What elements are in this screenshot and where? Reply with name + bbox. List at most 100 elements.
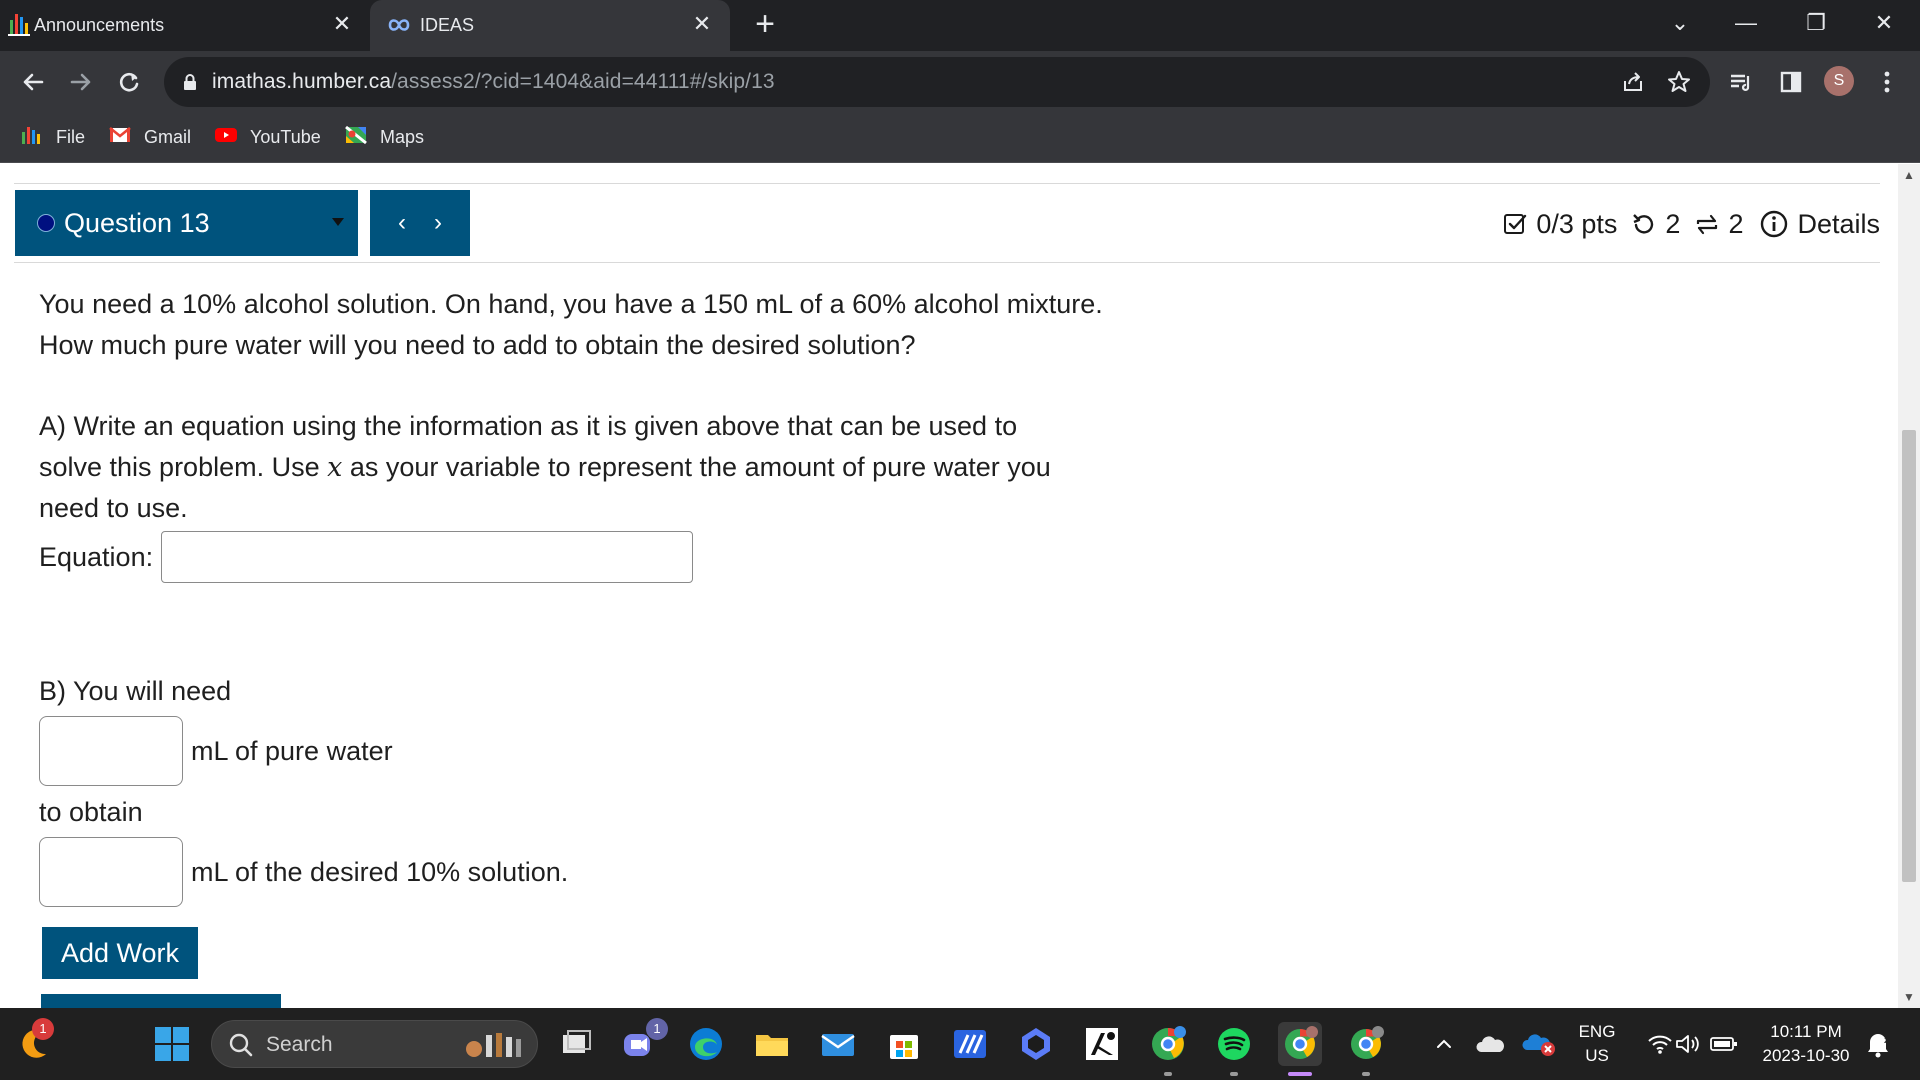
prev-question-button[interactable]: ‹ bbox=[390, 209, 414, 237]
equation-label: Equation: bbox=[39, 541, 154, 572]
address-bar[interactable]: imathas.humber.ca/assess2/?cid=1404&aid=… bbox=[164, 57, 1710, 107]
question-nav: ‹ › bbox=[370, 190, 470, 256]
tab-title: Announcements bbox=[34, 15, 165, 35]
submit-button-partial[interactable] bbox=[41, 994, 281, 1008]
close-tab-icon[interactable]: ✕ bbox=[330, 12, 354, 36]
next-question-button[interactable]: › bbox=[426, 209, 450, 237]
gmail-icon bbox=[108, 123, 132, 152]
active-indicator bbox=[1288, 1072, 1312, 1076]
question-text-line: How much pure water will you need to add… bbox=[39, 330, 916, 360]
caret-down-icon bbox=[332, 218, 344, 226]
details-link[interactable]: Details bbox=[1797, 209, 1880, 240]
solution-amount-input[interactable] bbox=[39, 837, 183, 907]
svg-text:z: z bbox=[1884, 1036, 1889, 1046]
attempts-icon bbox=[1694, 211, 1720, 237]
close-tab-icon[interactable]: ✕ bbox=[690, 12, 714, 36]
bookmark-youtube[interactable]: YouTube bbox=[214, 113, 321, 161]
equation-input[interactable] bbox=[161, 531, 694, 583]
teams-badge: 1 bbox=[646, 1018, 668, 1040]
copilot-icon[interactable] bbox=[1014, 1022, 1058, 1066]
bookmark-label: File bbox=[56, 126, 86, 147]
new-tab-button[interactable]: + bbox=[748, 7, 782, 42]
status-dot-icon bbox=[37, 214, 55, 232]
score-checkbox-icon bbox=[1502, 211, 1528, 237]
infinity-icon bbox=[384, 0, 414, 56]
add-work-button[interactable]: Add Work bbox=[42, 927, 199, 979]
search-label: Search bbox=[266, 1033, 333, 1056]
tab-announcements[interactable]: Announcements ✕ bbox=[0, 0, 370, 51]
bookmark-maps[interactable]: Maps bbox=[344, 113, 424, 161]
divider bbox=[14, 183, 1880, 184]
tab-ideas[interactable]: IDEAS ✕ bbox=[370, 0, 730, 51]
scroll-down-icon[interactable]: ▼ bbox=[1898, 986, 1920, 1008]
file-explorer-icon[interactable] bbox=[750, 1022, 794, 1066]
bookmark-gmail[interactable]: Gmail bbox=[108, 113, 191, 161]
part-a-text-line: need to use. bbox=[39, 493, 188, 523]
mail-icon[interactable] bbox=[816, 1022, 860, 1066]
onedrive-icon[interactable] bbox=[1468, 1022, 1512, 1066]
question-selector[interactable]: Question 13 bbox=[15, 190, 358, 256]
bookmark-star-icon[interactable] bbox=[1664, 67, 1694, 97]
forward-icon[interactable] bbox=[64, 65, 98, 99]
close-window-icon[interactable]: ✕ bbox=[1864, 6, 1904, 40]
question-text-line: You need a 10% alcohol solution. On hand… bbox=[39, 289, 1103, 319]
bookmark-label: YouTube bbox=[250, 126, 321, 147]
spotify-icon[interactable] bbox=[1212, 1022, 1256, 1066]
notifications-icon[interactable]: z bbox=[1858, 1022, 1898, 1066]
youtube-icon bbox=[214, 123, 238, 152]
chrome-incognito-icon[interactable] bbox=[1344, 1022, 1388, 1066]
edge-icon[interactable] bbox=[684, 1022, 728, 1066]
minimize-icon[interactable]: — bbox=[1726, 6, 1766, 40]
chrome-canary-icon[interactable] bbox=[1146, 1022, 1190, 1066]
weather-badge: 1 bbox=[32, 1018, 54, 1040]
page-scrollbar[interactable]: ▲ ▼ bbox=[1898, 164, 1920, 1008]
search-icon bbox=[228, 1032, 254, 1063]
bookmark-file[interactable]: File bbox=[20, 113, 85, 161]
water-amount-input[interactable] bbox=[39, 716, 183, 786]
share-icon[interactable] bbox=[1618, 67, 1648, 97]
menu-kebab-icon[interactable] bbox=[1870, 65, 1904, 99]
water-unit-label: mL of pure water bbox=[191, 735, 393, 766]
task-view-icon[interactable] bbox=[554, 1022, 598, 1066]
part-a-text-line: solve this problem. Use x as your variab… bbox=[39, 452, 1051, 483]
language-indicator[interactable]: ENG US bbox=[1572, 1022, 1622, 1066]
scrollbar-thumb[interactable] bbox=[1902, 430, 1916, 882]
kahoot-app-icon[interactable] bbox=[1080, 1022, 1124, 1066]
question-selector-label: Question 13 bbox=[64, 207, 210, 238]
reading-list-icon[interactable] bbox=[1724, 65, 1758, 99]
bar-chart-icon bbox=[20, 123, 44, 152]
onedrive-error-icon[interactable] bbox=[1518, 1022, 1562, 1066]
divider bbox=[14, 262, 1880, 263]
tab-search-icon[interactable]: ⌄ bbox=[1660, 6, 1700, 40]
chrome-profile-icon[interactable] bbox=[1278, 1022, 1322, 1066]
running-indicator bbox=[1362, 1072, 1370, 1076]
question-body: You need a 10% alcohol solution. On hand… bbox=[39, 284, 1239, 979]
chevron-up-icon[interactable] bbox=[1422, 1022, 1466, 1066]
variable-x: x bbox=[327, 452, 343, 483]
maps-icon bbox=[344, 123, 368, 152]
bookmarks-bar: File Gmail YouTube Maps bbox=[0, 113, 1920, 163]
attempts-count: 2 bbox=[1728, 208, 1744, 239]
scroll-up-icon[interactable]: ▲ bbox=[1898, 164, 1920, 186]
reload-icon[interactable] bbox=[112, 65, 146, 99]
back-icon[interactable] bbox=[16, 65, 50, 99]
question-meta: 0/3 pts 2 2 Details bbox=[1502, 206, 1880, 242]
battery-icon[interactable] bbox=[1702, 1022, 1746, 1066]
restore-icon[interactable]: ❐ bbox=[1796, 6, 1836, 40]
side-panel-icon[interactable] bbox=[1774, 65, 1808, 99]
taskbar-search[interactable]: Search bbox=[211, 1020, 538, 1068]
profile-avatar[interactable]: S bbox=[1824, 66, 1854, 96]
lock-icon bbox=[180, 72, 200, 97]
solution-unit-label: mL of the desired 10% solution. bbox=[191, 856, 569, 887]
retry-icon bbox=[1631, 211, 1657, 237]
info-icon[interactable] bbox=[1759, 209, 1789, 239]
url-text: imathas.humber.ca/assess2/?cid=1404&aid=… bbox=[212, 70, 775, 93]
tab-title: IDEAS bbox=[420, 15, 475, 35]
clock[interactable]: 10:11 PM 2023-10-30 bbox=[1754, 1022, 1858, 1066]
vpn-app-icon[interactable] bbox=[948, 1022, 992, 1066]
store-icon[interactable] bbox=[882, 1022, 926, 1066]
running-indicator bbox=[1230, 1072, 1238, 1076]
bookmark-label: Gmail bbox=[144, 126, 192, 147]
windows-start-icon[interactable] bbox=[150, 1022, 194, 1066]
retries-count: 2 bbox=[1665, 208, 1681, 239]
